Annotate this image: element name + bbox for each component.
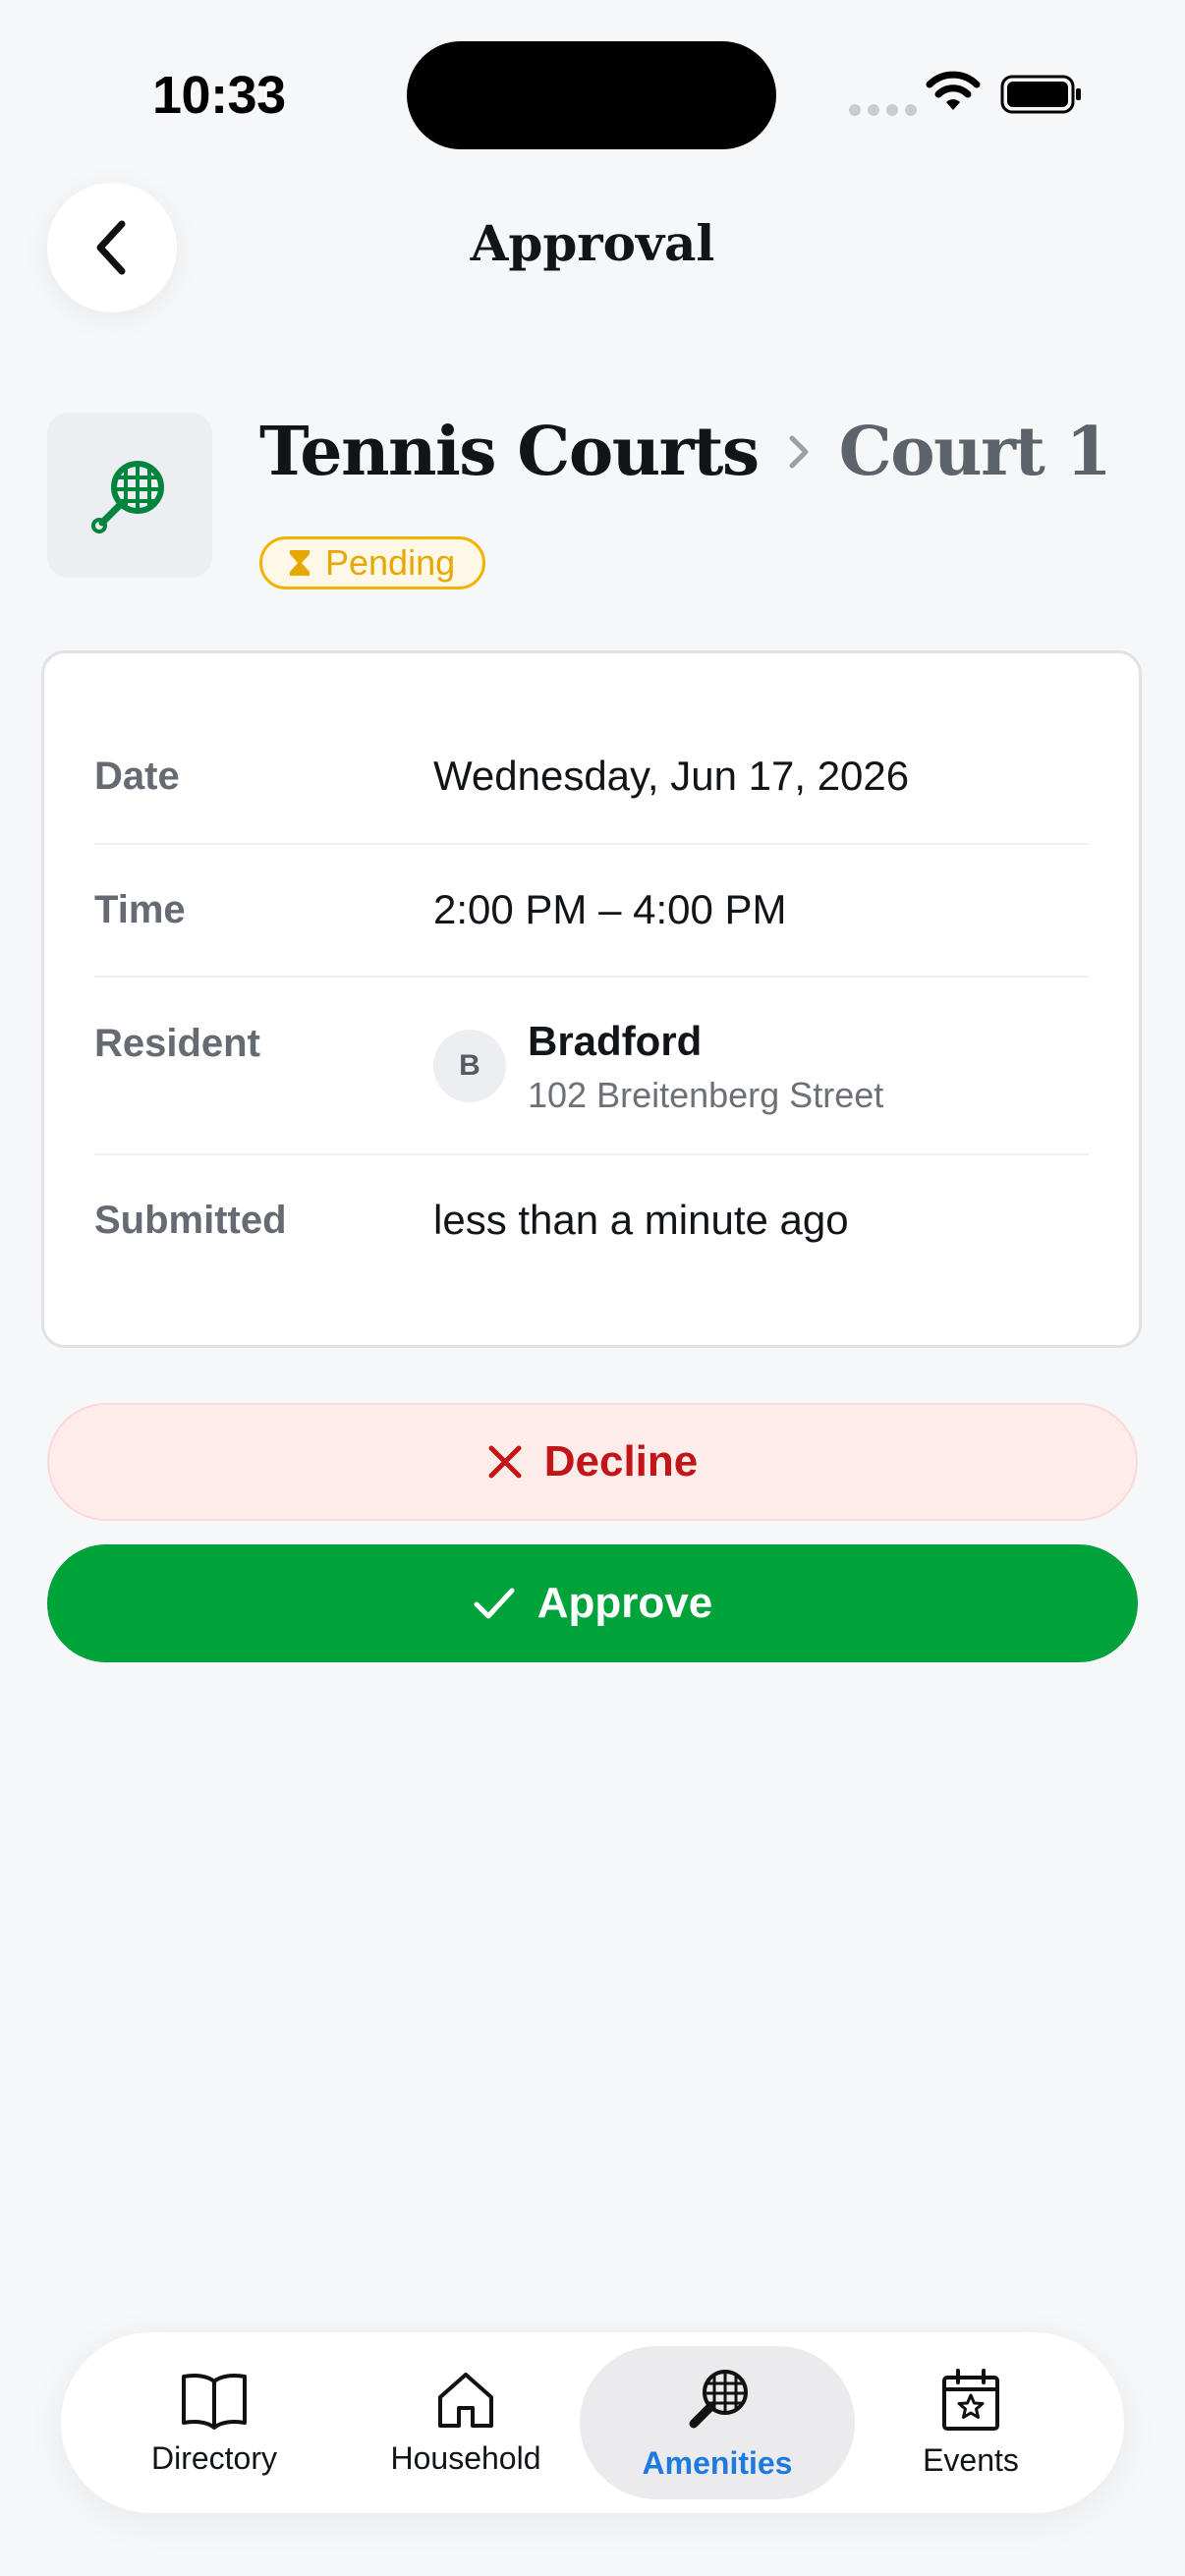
tab-label: Household <box>390 2439 541 2476</box>
house-icon <box>438 2372 493 2428</box>
approve-button[interactable]: Approve <box>47 1544 1138 1662</box>
status-badge: Pending <box>259 536 486 589</box>
tab-events[interactable]: Events <box>833 2346 1108 2499</box>
wifi-icon <box>926 71 981 110</box>
date-label: Date <box>94 755 180 798</box>
tab-directory[interactable]: Directory <box>77 2346 352 2499</box>
chevron-right-icon <box>788 434 810 470</box>
time-value: 2:00 PM – 4:00 PM <box>433 886 787 932</box>
divider <box>94 1153 1089 1155</box>
tab-label: Directory <box>150 2439 277 2476</box>
submitted-label: Submitted <box>94 1199 287 1242</box>
tennis-racket-icon <box>91 461 164 533</box>
divider <box>94 976 1089 978</box>
battery-icon <box>1000 75 1081 114</box>
decline-label: Decline <box>543 1437 699 1485</box>
status-time: 10:33 <box>152 66 286 125</box>
approve-label: Approve <box>536 1579 713 1627</box>
tab-amenities[interactable]: Amenities <box>580 2346 855 2499</box>
amenity-name: Tennis Courts <box>259 413 760 491</box>
tab-label: Amenities <box>642 2444 793 2481</box>
x-icon <box>488 1445 522 1479</box>
amenity-icon-tile <box>47 413 212 578</box>
status-badge-label: Pending <box>325 542 456 583</box>
date-value: Wednesday, Jun 17, 2026 <box>433 753 910 799</box>
page-title: Approval <box>470 214 715 272</box>
amenity-subname: Court 1 <box>838 413 1112 491</box>
checkmark-icon <box>474 1588 515 1619</box>
hourglass-icon <box>290 550 310 576</box>
resident-name: Bradford <box>528 1018 703 1064</box>
submitted-value: less than a minute ago <box>433 1197 849 1243</box>
time-label: Time <box>94 888 186 931</box>
divider <box>94 843 1089 845</box>
calendar-star-icon <box>942 2368 999 2431</box>
tab-label: Events <box>923 2441 1019 2478</box>
book-icon <box>182 2373 247 2430</box>
signal-icon <box>849 104 917 116</box>
decline-button[interactable]: Decline <box>47 1403 1138 1521</box>
tab-household[interactable]: Household <box>328 2346 603 2499</box>
resident-label: Resident <box>94 1022 260 1065</box>
amenity-breadcrumb: Tennis Courts Court 1 <box>259 413 1112 491</box>
racket-icon <box>689 2369 748 2428</box>
dynamic-island <box>407 41 776 149</box>
avatar: B <box>433 1030 506 1102</box>
resident-address: 102 Breitenberg Street <box>528 1075 884 1115</box>
